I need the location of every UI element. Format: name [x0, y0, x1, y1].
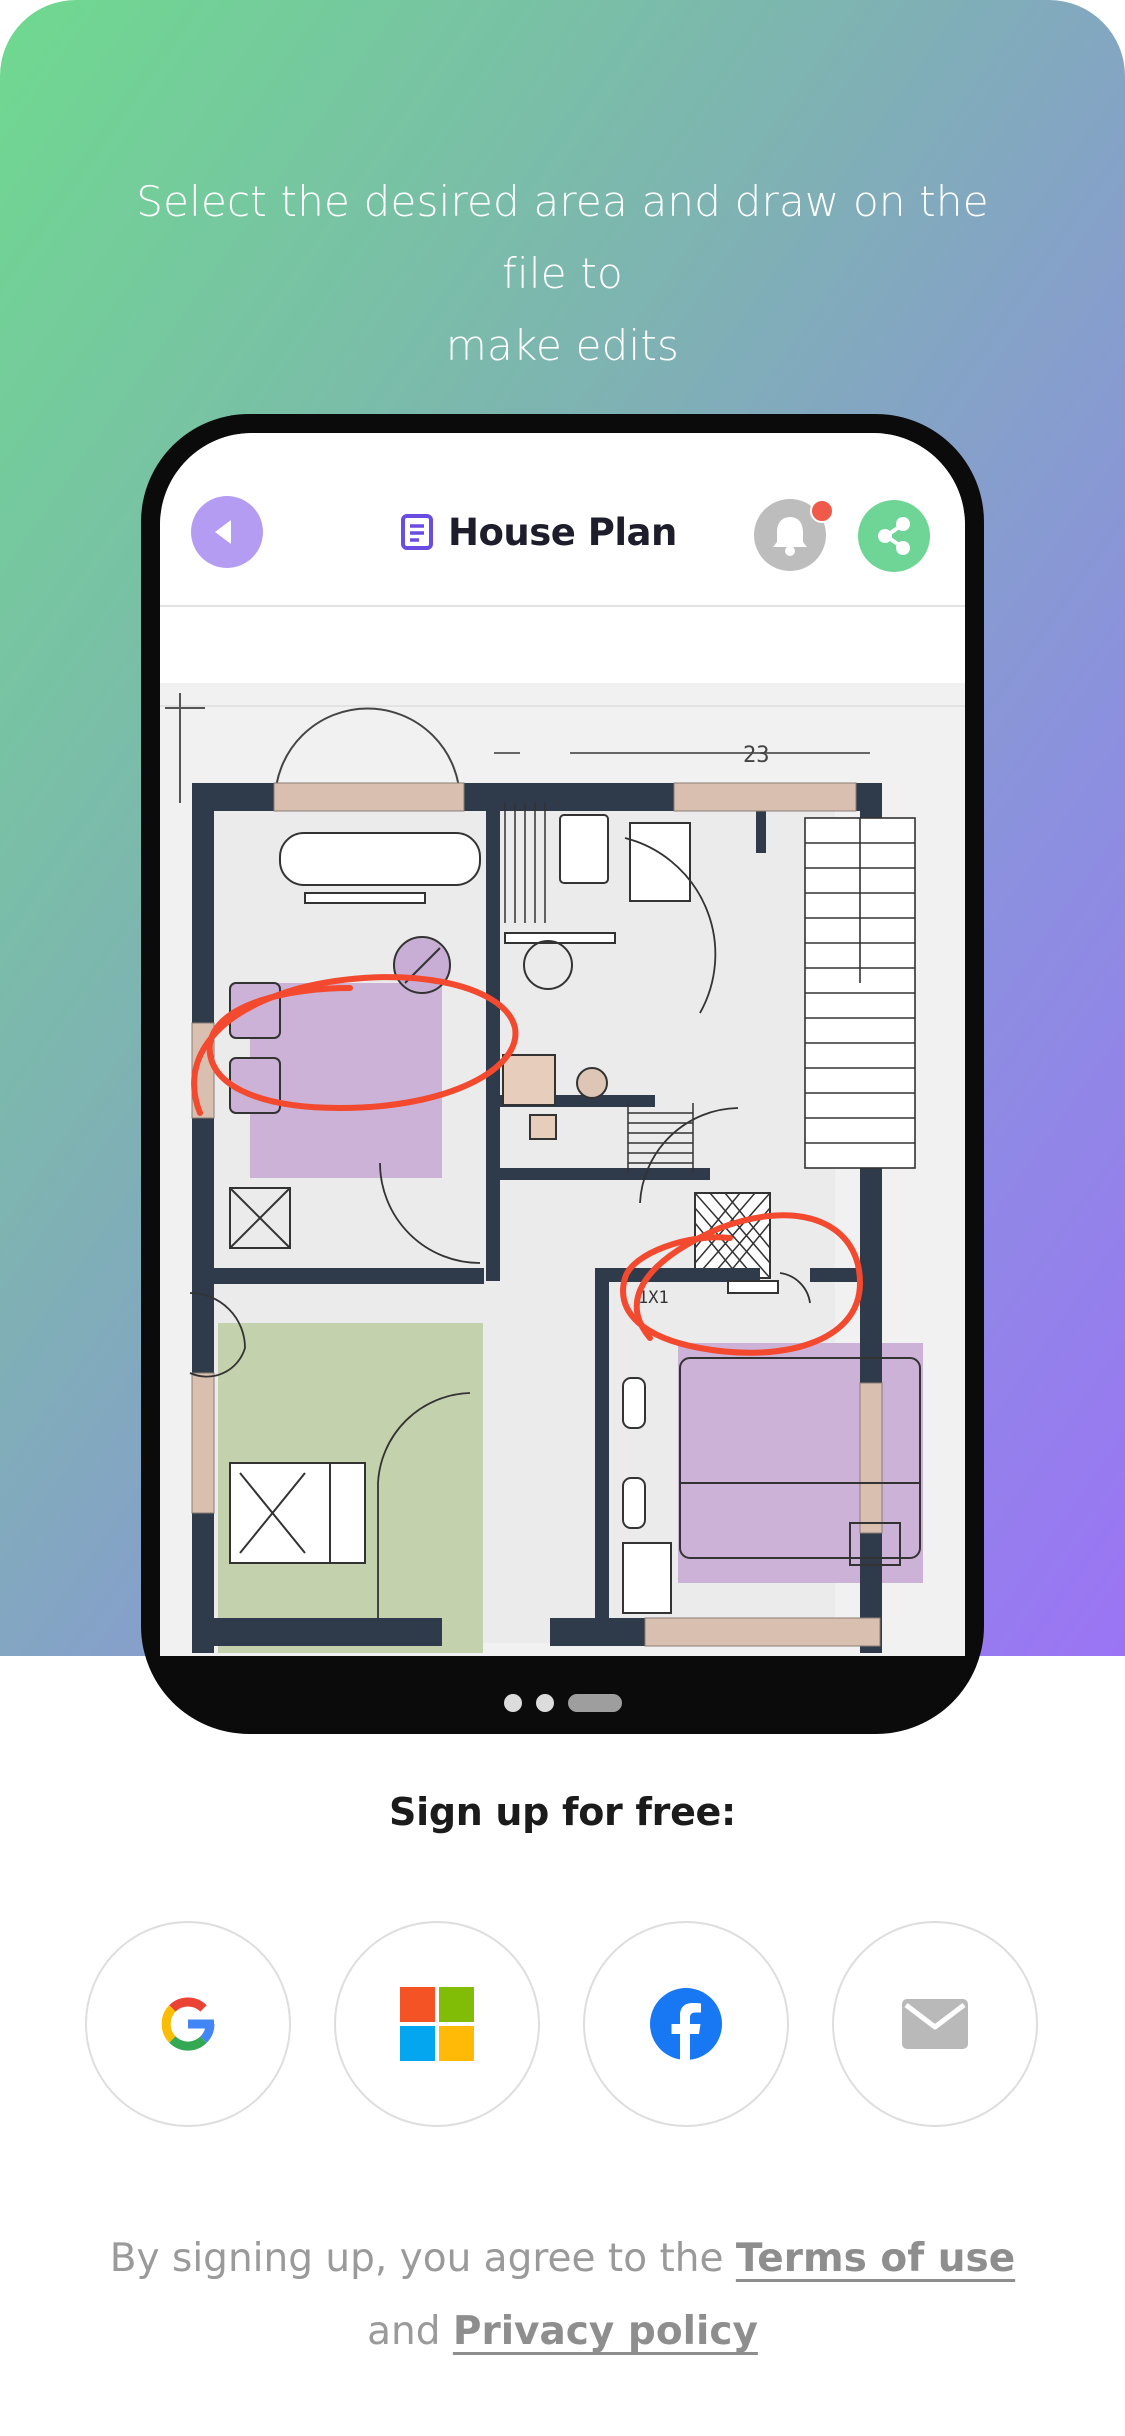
floor-plan[interactable]: 23 1X1: [160, 683, 965, 1656]
signup-title: Sign up for free:: [389, 1790, 736, 1834]
notification-dot: [810, 499, 834, 523]
share-icon: [878, 517, 910, 555]
hero-caption-line-2: make edits: [445, 321, 680, 370]
legal-prefix: By signing up, you agree to the: [109, 2236, 724, 2281]
plan-dimension-label: 23: [743, 743, 770, 768]
facebook-icon: [650, 1988, 722, 2060]
hero-caption-line-1: Select the desired area and draw on the …: [136, 177, 989, 298]
app-header: House Plan: [160, 433, 965, 607]
google-signup-button[interactable]: [85, 1921, 291, 2127]
terms-of-use-link[interactable]: Terms of use: [736, 2236, 1015, 2281]
page-dot-1[interactable]: [504, 1694, 522, 1712]
page-dot-2[interactable]: [536, 1694, 554, 1712]
microsoft-icon: [400, 1987, 474, 2061]
mail-icon: [902, 1999, 968, 2049]
legal-middle: and: [367, 2309, 441, 2354]
document-title-text: House Plan: [448, 510, 677, 554]
privacy-policy-link[interactable]: Privacy policy: [453, 2309, 758, 2354]
document-icon: [401, 514, 433, 550]
google-icon: [161, 1997, 215, 2051]
share-button[interactable]: [858, 500, 930, 572]
document-title: House Plan: [400, 507, 677, 557]
email-signup-button[interactable]: [832, 1921, 1038, 2127]
bell-button[interactable]: [754, 499, 834, 571]
phone-screen: House Plan 23 1X1: [160, 433, 965, 1656]
hero-caption: Select the desired area and draw on the …: [110, 166, 1015, 382]
microsoft-signup-button[interactable]: [334, 1921, 540, 2127]
facebook-signup-button[interactable]: [583, 1921, 789, 2127]
page-dot-3-active[interactable]: [568, 1694, 622, 1712]
back-arrow-icon[interactable]: [191, 496, 263, 568]
page-indicator: [0, 1694, 1125, 1714]
legal-notice: By signing up, you agree to the Terms of…: [100, 2222, 1025, 2368]
